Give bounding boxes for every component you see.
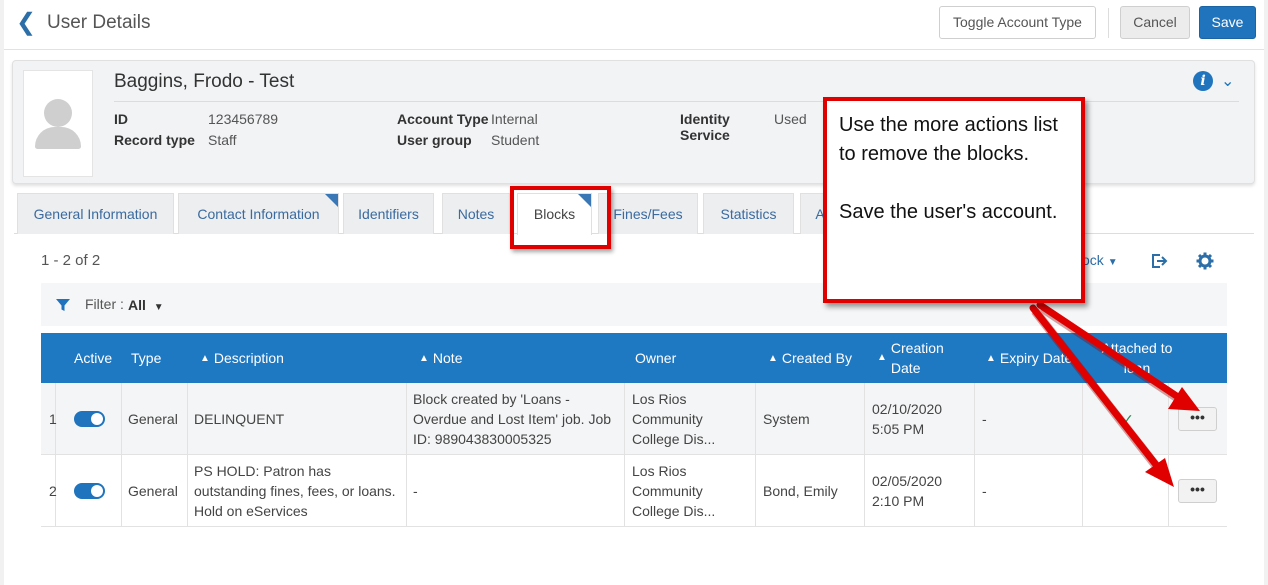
- active-toggle-cell: [74, 383, 105, 454]
- table-row: 2 General PS HOLD: Patron has outstandin…: [41, 455, 1227, 527]
- more-actions-button[interactable]: •••: [1178, 478, 1217, 503]
- filter-label: Filter :: [85, 296, 124, 312]
- result-count: 1 - 2 of 2: [41, 252, 101, 269]
- export-icon[interactable]: [1150, 253, 1168, 269]
- divider: [1108, 8, 1109, 38]
- field-value-user-group: Student: [491, 132, 540, 148]
- column-header-owner[interactable]: Owner: [635, 333, 676, 383]
- avatar-body-icon: [35, 127, 81, 149]
- gear-icon[interactable]: [1196, 252, 1214, 270]
- toggle-account-type-button[interactable]: Toggle Account Type: [939, 6, 1096, 39]
- page-title: User Details: [47, 12, 151, 33]
- expiry-date-cell: -: [982, 410, 987, 427]
- column-header-expiry-date[interactable]: ▲ Expiry Date: [986, 333, 1072, 383]
- field-label-record-type: Record type: [114, 132, 195, 148]
- tab-label: Notes: [457, 206, 495, 222]
- description-cell: DELINQUENT: [194, 410, 285, 427]
- active-toggle-cell: [74, 455, 105, 526]
- description-cell: PS HOLD: Patron has outstanding fines, f…: [194, 462, 396, 519]
- more-actions-cell: •••: [1178, 455, 1217, 526]
- tab-label: Contact Information: [197, 206, 320, 222]
- user-name: Baggins, Frodo - Test: [114, 71, 295, 92]
- tab-label: Identifiers: [358, 206, 419, 222]
- tab-label: Statistics: [720, 206, 777, 222]
- field-value-account-type: Internal: [491, 111, 538, 127]
- active-toggle[interactable]: [74, 410, 105, 427]
- filter-dropdown[interactable]: All ▼: [128, 297, 164, 313]
- note-cell: -: [413, 482, 418, 499]
- owner-cell: Los Rios Community College Dis...: [632, 390, 716, 447]
- instruction-callout: Use the more actions list to remove the …: [823, 97, 1085, 303]
- tab-identifiers[interactable]: Identifiers: [343, 193, 434, 234]
- column-header-creation-date[interactable]: ▲ Creation Date: [877, 333, 944, 383]
- caret-down-icon: ▼: [153, 302, 164, 313]
- avatar: [23, 70, 93, 177]
- tab-notes[interactable]: Notes: [442, 193, 510, 234]
- caret-down-icon: ▼: [1107, 257, 1118, 268]
- filter-icon: [56, 299, 70, 311]
- table-row: 1 General DELINQUENT Block created by 'L…: [41, 383, 1227, 455]
- note-cell: Block created by 'Loans - Overdue and Lo…: [413, 390, 612, 447]
- tab-contact-information[interactable]: Contact Information: [178, 193, 339, 234]
- field-value-record-type: Staff: [208, 132, 237, 148]
- column-header-created-by[interactable]: ▲ Created By: [768, 333, 852, 383]
- type-cell: General: [128, 482, 178, 499]
- sort-up-icon: ▲: [200, 352, 210, 364]
- sort-icon: ▲: [986, 352, 996, 364]
- check-icon: ✓: [1122, 410, 1134, 427]
- column-header-note[interactable]: ▲︎ Note: [419, 333, 462, 383]
- column-header-attached-to-loan: Attached to loan: [1101, 340, 1173, 376]
- cancel-button[interactable]: Cancel: [1120, 6, 1190, 39]
- column-header-type[interactable]: Type: [131, 333, 161, 383]
- save-button[interactable]: Save: [1199, 6, 1256, 39]
- sort-icon: ▲: [768, 352, 778, 364]
- row-index: 2: [49, 482, 57, 499]
- field-label-user-group: User group: [397, 132, 472, 148]
- tab-changed-marker-icon: [325, 194, 338, 207]
- more-actions-button[interactable]: •••: [1178, 406, 1217, 431]
- window-frame-right: [1264, 0, 1268, 585]
- active-toggle[interactable]: [74, 482, 105, 499]
- tab-label: General Information: [33, 206, 158, 222]
- highlight-box-blocks-tab: [510, 186, 611, 249]
- type-cell: General: [128, 410, 178, 427]
- field-label-account-type: Account Type: [397, 111, 489, 127]
- filter-value: All: [128, 297, 146, 313]
- table-header: Active Type ▲ Description ▲︎ Note Owner ▲ C…: [41, 333, 1227, 383]
- creation-date-cell: 02/05/2020 2:10 PM: [872, 472, 943, 509]
- field-label-id: ID: [114, 111, 128, 127]
- created-by-cell: Bond, Emily: [763, 482, 838, 499]
- creation-date-cell: 02/10/2020 5:05 PM: [872, 400, 943, 437]
- column-header-active[interactable]: Active: [74, 333, 112, 383]
- owner-cell: Los Rios Community College Dis...: [632, 462, 716, 519]
- tab-label: Fines/Fees: [613, 206, 683, 222]
- window-frame-left: [0, 0, 4, 585]
- tab-fines-fees[interactable]: Fines/Fees: [598, 193, 698, 234]
- row-index: 1: [49, 410, 57, 427]
- add-block-menu[interactable]: ock ▼: [1082, 252, 1118, 268]
- callout-line-2: Save the user's account.: [839, 201, 1058, 223]
- add-block-label: ock: [1082, 252, 1104, 268]
- avatar-head-icon: [44, 99, 72, 127]
- column-header-description[interactable]: ▲ Description: [200, 333, 284, 383]
- field-value-id: 123456789: [208, 111, 279, 127]
- more-actions-cell: •••: [1178, 383, 1217, 454]
- created-by-cell: System: [763, 410, 810, 427]
- field-value-identity-service: Used: [774, 111, 807, 127]
- callout-line-1: Use the more actions list to remove the …: [839, 114, 1058, 165]
- tab-general-information[interactable]: General Information: [17, 193, 174, 234]
- sort-icon: ▲: [877, 352, 887, 363]
- expiry-date-cell: -: [982, 482, 987, 499]
- chevron-down-icon[interactable]: ⌄: [1221, 71, 1234, 91]
- field-label-identity-service: Identity Service: [680, 111, 730, 143]
- tab-statistics[interactable]: Statistics: [703, 193, 794, 234]
- info-icon[interactable]: i: [1193, 71, 1213, 91]
- sort-icon: ▲︎: [419, 352, 429, 364]
- page-header: ❮ User Details Toggle Account Type Cance…: [4, 0, 1264, 50]
- chevron-left-icon[interactable]: ❮: [16, 9, 36, 37]
